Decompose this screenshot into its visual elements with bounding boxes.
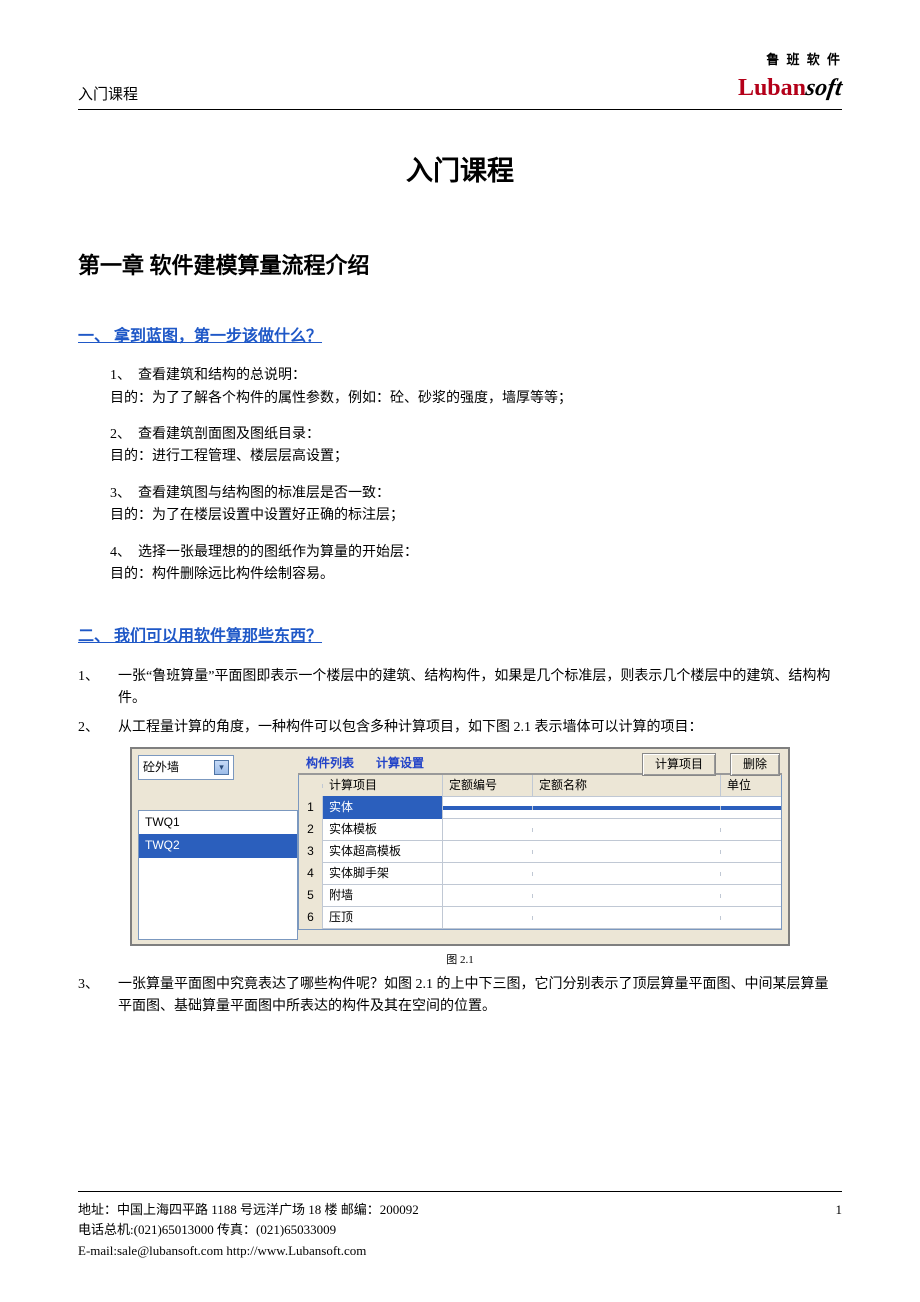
- item-purpose: 目的：为了在楼层设置中设置好正确的标注层；: [110, 505, 842, 527]
- grid-header-row: 计算项目 定额编号 定额名称 单位: [299, 775, 781, 797]
- table-row[interactable]: 1 实体: [299, 797, 781, 819]
- col-header: [299, 784, 323, 788]
- calc-item-cell: 实体超高模板: [323, 840, 443, 863]
- calc-item-cell: 实体脚手架: [323, 862, 443, 885]
- page-footer: 地址：中国上海四平路 1188 号远洋广场 18 楼 邮编：200092 电话总…: [78, 1191, 842, 1262]
- item-title: 查看建筑剖面图及图纸目录：: [138, 427, 320, 442]
- list-item: 4、选择一张最理想的的图纸作为算量的开始层： 目的：构件删除远比构件绘制容易。: [110, 542, 842, 587]
- tab-components[interactable]: 构件列表: [306, 754, 354, 773]
- figure-caption: 图 2.1: [78, 952, 842, 970]
- row-number: 4: [299, 862, 323, 885]
- item-number: 3、: [78, 974, 118, 996]
- item-purpose: 目的：进行工程管理、楼层层高设置；: [110, 446, 842, 468]
- screenshot-right-pane: 构件列表 计算设置 计算项目 删除 计算项目 定额编号 定额名称 单位 1 实体: [298, 755, 782, 940]
- footer-address: 地址：中国上海四平路 1188 号远洋广场 18 楼 邮编：200092: [78, 1200, 842, 1221]
- row-number: 6: [299, 906, 323, 929]
- item-number: 1、: [110, 365, 138, 387]
- col-header: 单位: [721, 774, 781, 797]
- item-number: 4、: [110, 542, 138, 564]
- calc-item-cell: 实体模板: [323, 818, 443, 841]
- wall-type-combo[interactable]: 砼外墙 ▾: [138, 755, 234, 780]
- table-row[interactable]: 2 实体模板: [299, 819, 781, 841]
- delete-button[interactable]: 删除: [730, 753, 780, 776]
- table-row[interactable]: 5 附墙: [299, 885, 781, 907]
- unit-cell: [721, 806, 781, 810]
- item-number: 2、: [78, 717, 118, 739]
- component-listbox[interactable]: TWQ1 TWQ2: [138, 810, 298, 940]
- row-number: 3: [299, 840, 323, 863]
- section-2-list-continued: 3、 一张算量平面图中究竟表达了哪些构件呢？如图 2.1 的上中下三图，它门分别…: [78, 974, 842, 1019]
- table-row[interactable]: 6 压顶: [299, 907, 781, 929]
- quota-name-cell: [533, 806, 721, 810]
- page-title: 入门课程: [78, 150, 842, 193]
- section-2-heading: 二、 我们可以用软件算那些东西？: [78, 624, 842, 650]
- item-purpose: 目的：为了了解各个构件的属性参数，例如：砼、砂浆的强度，墙厚等等；: [110, 388, 842, 410]
- tabs-row: 构件列表 计算设置 计算项目 删除: [298, 755, 782, 775]
- tab-calc-settings[interactable]: 计算设置: [376, 754, 424, 773]
- section-1-heading: 一、 拿到蓝图，第一步该做什么？: [78, 324, 842, 350]
- embedded-screenshot: 砼外墙 ▾ TWQ1 TWQ2 构件列表 计算设置 计算项目 删除 计算项目: [130, 747, 790, 946]
- section-2-list: 1、 一张“鲁班算量”平面图即表示一个楼层中的建筑、结构构件，如果是几个标准层，…: [78, 666, 842, 739]
- list-item: 2、查看建筑剖面图及图纸目录： 目的：进行工程管理、楼层层高设置；: [110, 424, 842, 469]
- footer-tel: 电话总机:(021)65013000 传真：(021)65033009: [78, 1220, 842, 1241]
- item-title: 选择一张最理想的的图纸作为算量的开始层：: [138, 545, 418, 560]
- calc-item-button[interactable]: 计算项目: [642, 753, 716, 776]
- list-item: 1、 一张“鲁班算量”平面图即表示一个楼层中的建筑、结构构件，如果是几个标准层，…: [78, 666, 842, 711]
- table-row[interactable]: 4 实体脚手架: [299, 863, 781, 885]
- list-item: 3、查看建筑图与结构图的标准层是否一致： 目的：为了在楼层设置中设置好正确的标注…: [110, 483, 842, 528]
- col-header: 定额名称: [533, 774, 721, 797]
- list-item: 2、 从工程量计算的角度，一种构件可以包含多种计算项目，如下图 2.1 表示墙体…: [78, 717, 842, 739]
- item-number: 3、: [110, 483, 138, 505]
- item-text: 从工程量计算的角度，一种构件可以包含多种计算项目，如下图 2.1 表示墙体可以计…: [118, 717, 842, 739]
- row-number: 5: [299, 884, 323, 907]
- logo-black: soft: [803, 69, 844, 107]
- item-text: 一张算量平面图中究竟表达了哪些构件呢？如图 2.1 的上中下三图，它门分别表示了…: [118, 974, 842, 1019]
- logo-cn: 鲁 班 软 件: [738, 50, 842, 71]
- combo-value: 砼外墙: [143, 758, 179, 777]
- quota-code-cell: [443, 806, 533, 810]
- page-number: 1: [836, 1200, 843, 1221]
- col-header: 定额编号: [443, 774, 533, 797]
- calc-item-cell: 压顶: [323, 906, 443, 929]
- list-item: 3、 一张算量平面图中究竟表达了哪些构件呢？如图 2.1 的上中下三图，它门分别…: [78, 974, 842, 1019]
- page-header: 入门课程 鲁 班 软 件 Lubansoft: [78, 50, 842, 110]
- item-title: 查看建筑和结构的总说明：: [138, 368, 306, 383]
- item-number: 1、: [78, 666, 118, 688]
- list-item[interactable]: TWQ2: [139, 834, 297, 857]
- header-title: 入门课程: [78, 83, 138, 107]
- logo-red: Luban: [738, 75, 806, 101]
- chapter-title: 第一章 软件建模算量流程介绍: [78, 248, 842, 283]
- item-title: 查看建筑图与结构图的标准层是否一致：: [138, 486, 390, 501]
- screenshot-left-pane: 砼外墙 ▾ TWQ1 TWQ2: [138, 755, 298, 940]
- section-1-list: 1、查看建筑和结构的总说明： 目的：为了了解各个构件的属性参数，例如：砼、砂浆的…: [78, 365, 842, 586]
- row-number: 1: [299, 796, 323, 819]
- footer-mail: E-mail:sale@lubansoft.com http://www.Lub…: [78, 1241, 842, 1262]
- item-number: 2、: [110, 424, 138, 446]
- list-item: 1、查看建筑和结构的总说明： 目的：为了了解各个构件的属性参数，例如：砼、砂浆的…: [110, 365, 842, 410]
- chevron-down-icon[interactable]: ▾: [214, 760, 229, 775]
- item-purpose: 目的：构件删除远比构件绘制容易。: [110, 564, 842, 586]
- row-number: 2: [299, 818, 323, 841]
- calc-grid[interactable]: 计算项目 定额编号 定额名称 单位 1 实体 2 实体模板: [298, 775, 782, 930]
- logo-en: Lubansoft: [738, 69, 842, 107]
- toolbar-buttons: 计算项目 删除: [642, 753, 780, 776]
- list-item[interactable]: TWQ1: [139, 811, 297, 834]
- item-text: 一张“鲁班算量”平面图即表示一个楼层中的建筑、结构构件，如果是几个标准层，则表示…: [118, 666, 842, 711]
- table-row[interactable]: 3 实体超高模板: [299, 841, 781, 863]
- calc-item-cell: 附墙: [323, 884, 443, 907]
- logo: 鲁 班 软 件 Lubansoft: [738, 50, 842, 107]
- calc-item-cell: 实体: [323, 796, 443, 819]
- col-header: 计算项目: [323, 774, 443, 797]
